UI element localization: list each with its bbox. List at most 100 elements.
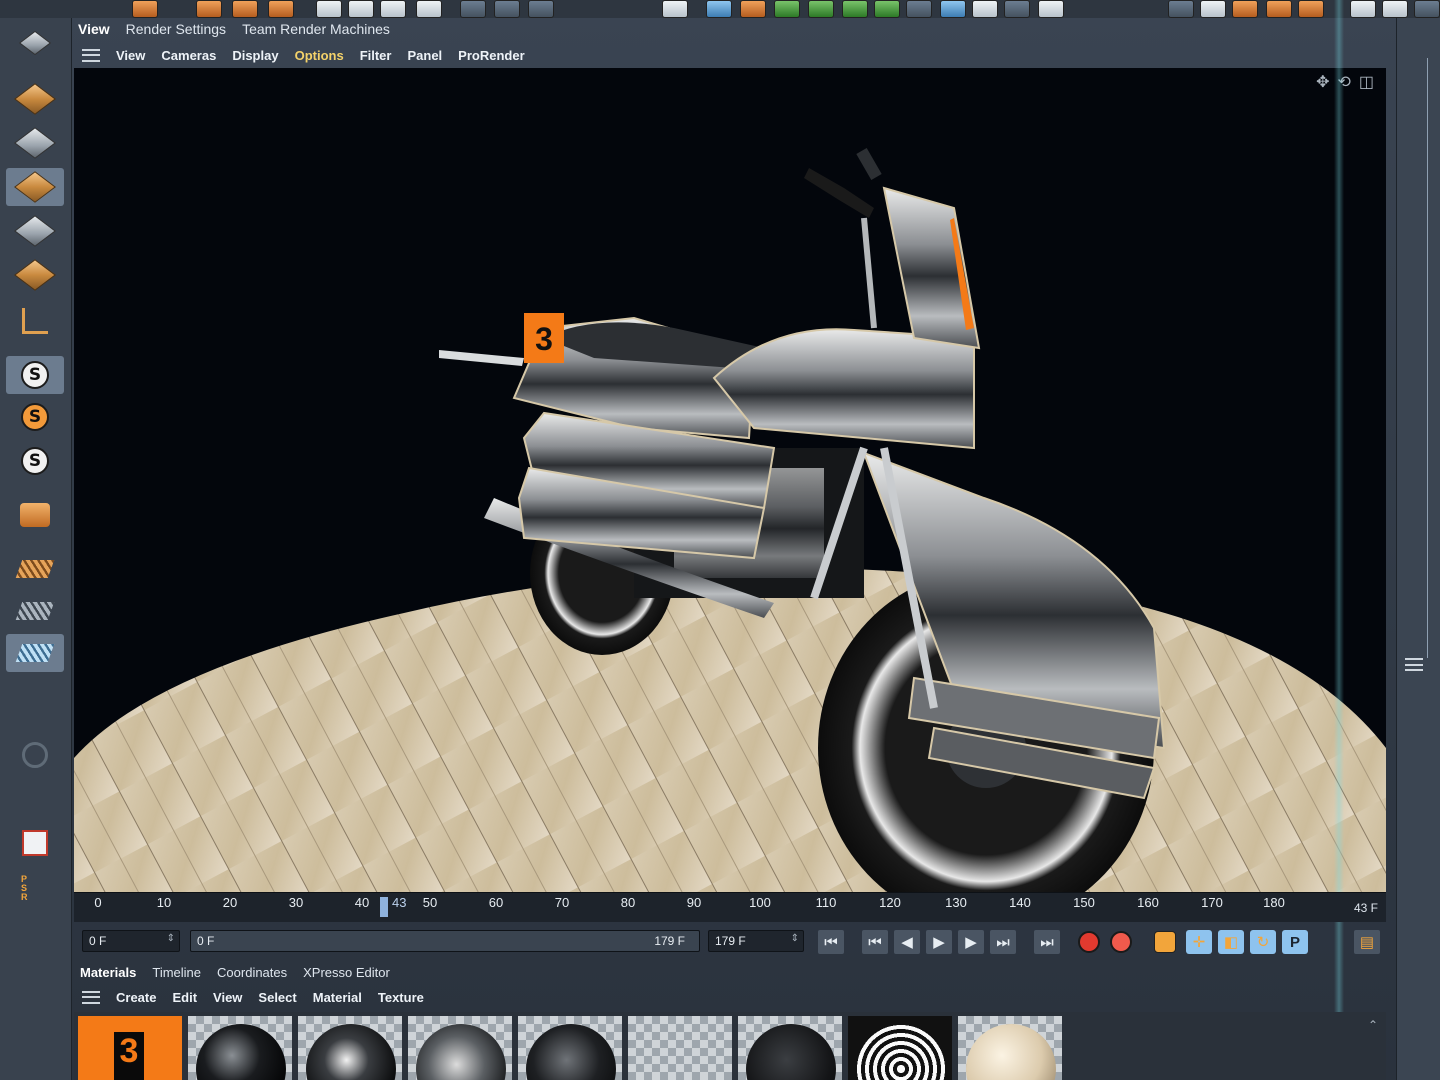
stepper-icon[interactable]: ⇕ <box>167 933 175 944</box>
end-frame-field[interactable]: 179 F ⇕ <box>708 930 804 952</box>
snapping-icon[interactable] <box>1350 0 1376 18</box>
keyframe-selection-button[interactable] <box>1152 930 1178 954</box>
tool-texture-mode[interactable] <box>6 124 64 162</box>
floor-object-icon[interactable] <box>972 0 998 18</box>
make-editable-icon[interactable] <box>6 24 64 62</box>
psr-icon[interactable] <box>1266 0 1292 18</box>
previous-frame-button[interactable]: ◀ <box>894 930 920 954</box>
tab-xpresso-editor[interactable]: XPresso Editor <box>303 965 390 980</box>
material-swatch-transparent[interactable] <box>628 1016 732 1080</box>
menu-display[interactable]: Display <box>232 48 278 63</box>
tool-psr[interactable]: PSR <box>6 870 64 908</box>
extrude-generator-icon[interactable] <box>808 0 834 18</box>
playhead[interactable] <box>380 897 388 917</box>
tool-model-mode[interactable] <box>6 80 64 118</box>
tool-axis-mode[interactable] <box>6 302 64 340</box>
material-swatch-dark-metal[interactable] <box>518 1016 622 1080</box>
pen-spline-icon[interactable] <box>740 0 766 18</box>
preview-range-slider[interactable]: 0 F 179 F <box>190 930 700 952</box>
autokey-button[interactable] <box>1108 930 1134 954</box>
render-view-icon[interactable] <box>460 0 486 18</box>
edit-render-settings-icon[interactable] <box>528 0 554 18</box>
previous-key-button[interactable]: ⏮ <box>862 930 888 954</box>
tool-points-mode[interactable] <box>6 168 64 206</box>
go-to-end-button[interactable]: ⏭ <box>1034 930 1060 954</box>
menu-view[interactable]: View <box>213 990 242 1005</box>
maximize-view-icon[interactable]: ◫ <box>1359 72 1374 92</box>
tool-edges-mode[interactable] <box>6 212 64 250</box>
menu-material[interactable]: Material <box>313 990 362 1005</box>
gear-icon[interactable] <box>1200 0 1226 18</box>
3d-viewport[interactable]: 3 ✥ ⟲ ◫ <box>74 68 1386 892</box>
field-icon[interactable] <box>940 0 966 18</box>
tab-view[interactable]: View <box>78 21 110 37</box>
menu-options[interactable]: Options <box>295 48 344 63</box>
materials-hamburger-icon[interactable] <box>82 990 100 1004</box>
tool-locked-workplane[interactable] <box>6 592 64 630</box>
search-icon[interactable] <box>1382 0 1408 18</box>
material-swatch-black-chrome[interactable] <box>298 1016 402 1080</box>
menu-create[interactable]: Create <box>116 990 156 1005</box>
bend-deformer-icon[interactable] <box>906 0 932 18</box>
scale-key-button[interactable]: ◧ <box>1218 930 1244 954</box>
menu-panel[interactable]: Panel <box>407 48 442 63</box>
subdivision-surface-icon[interactable] <box>774 0 800 18</box>
render-picture-viewer-icon[interactable] <box>494 0 520 18</box>
menu-cameras[interactable]: Cameras <box>161 48 216 63</box>
menu-view[interactable]: View <box>116 48 145 63</box>
shelf-scroll-up-icon[interactable]: ⌃ <box>1368 1018 1378 1032</box>
tool-polygons-mode[interactable] <box>6 256 64 294</box>
cloner-icon[interactable] <box>842 0 868 18</box>
material-swatch-lamp-texture[interactable] <box>848 1016 952 1080</box>
menu-edit[interactable]: Edit <box>172 990 197 1005</box>
render-settings-icon[interactable] <box>662 0 688 18</box>
timeline-window-button[interactable]: ▤ <box>1354 930 1380 954</box>
stepper-icon[interactable]: ⇕ <box>791 933 799 944</box>
material-swatch-black-rubber[interactable] <box>738 1016 842 1080</box>
start-frame-field[interactable]: 0 F ⇕ <box>82 930 180 952</box>
menu-texture[interactable]: Texture <box>378 990 424 1005</box>
material-swatch-black-gloss[interactable] <box>188 1016 292 1080</box>
tab-team-render-machines[interactable]: Team Render Machines <box>242 21 390 37</box>
tab-render-settings[interactable]: Render Settings <box>126 21 226 37</box>
rotation-key-button[interactable]: ↻ <box>1250 930 1276 954</box>
tool-solo-off[interactable]: S <box>6 356 64 394</box>
hamburger-menu-icon[interactable] <box>82 48 100 62</box>
tab-materials[interactable]: Materials <box>80 965 136 980</box>
tool-solo-single[interactable]: S <box>6 398 64 436</box>
coordinate-system-icon[interactable] <box>416 0 442 18</box>
key-icon[interactable] <box>1232 0 1258 18</box>
move-view-icon[interactable]: ✥ <box>1316 72 1329 92</box>
attribute-menu-icon[interactable] <box>1405 658 1423 671</box>
tool-solo-hierarchy[interactable]: S <box>6 442 64 480</box>
menu-icon[interactable] <box>1414 0 1440 18</box>
next-key-button[interactable]: ⏭ <box>990 930 1016 954</box>
material-swatch-wood-sphere[interactable] <box>958 1016 1062 1080</box>
menu-select[interactable]: Select <box>258 990 296 1005</box>
material-swatch-decal[interactable]: 3 <box>78 1016 182 1080</box>
material-swatch-chrome[interactable] <box>408 1016 512 1080</box>
go-to-start-button[interactable]: ⏮ <box>818 930 844 954</box>
tool-snap[interactable] <box>6 496 64 534</box>
menu-prorender[interactable]: ProRender <box>458 48 524 63</box>
parameter-key-button[interactable]: P <box>1282 930 1308 954</box>
tool-coordinate[interactable] <box>6 824 64 862</box>
tab-coordinates[interactable]: Coordinates <box>217 965 287 980</box>
position-key-button[interactable]: ✛ <box>1186 930 1212 954</box>
tool-recycle[interactable] <box>6 736 64 774</box>
layout-cube-icon[interactable] <box>1168 0 1194 18</box>
mograph-icon[interactable] <box>874 0 900 18</box>
next-frame-button[interactable]: ▶ <box>958 930 984 954</box>
record-active-button[interactable] <box>1076 930 1102 954</box>
light-object-icon[interactable] <box>1038 0 1064 18</box>
tool-workplane[interactable] <box>6 550 64 588</box>
sculpt-icon[interactable] <box>1298 0 1324 18</box>
current-frame-label: 43 <box>392 895 407 910</box>
cube-primitive-icon[interactable] <box>706 0 732 18</box>
camera-object-icon[interactable] <box>1004 0 1030 18</box>
play-button[interactable]: ▶ <box>926 930 952 954</box>
tool-planar-workplane[interactable] <box>6 634 64 672</box>
menu-filter[interactable]: Filter <box>360 48 392 63</box>
timeline-ruler[interactable]: 0 10 20 30 40 50 60 70 80 90 100 110 120… <box>74 892 1386 922</box>
tab-timeline[interactable]: Timeline <box>152 965 201 980</box>
